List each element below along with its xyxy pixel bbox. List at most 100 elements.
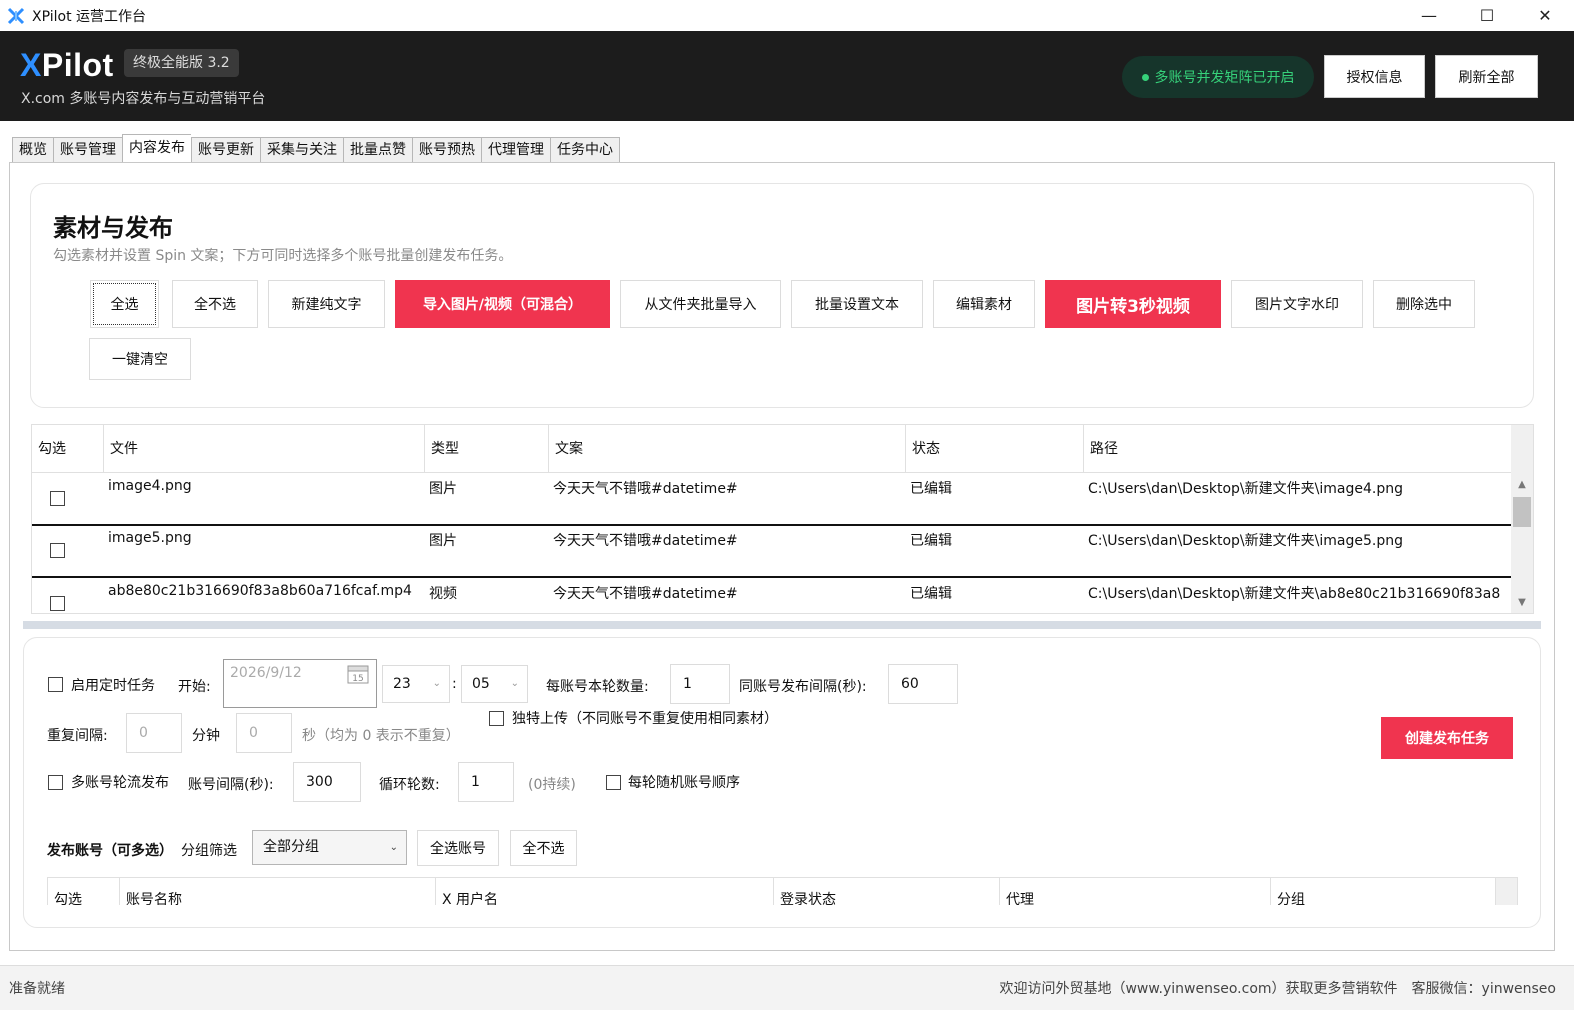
- tab-task-center[interactable]: 任务中心: [550, 137, 620, 163]
- col-account-name[interactable]: 账号名称: [120, 878, 436, 905]
- repeat-minute-input[interactable]: 0: [126, 713, 182, 753]
- repeat-label: 重复间隔:: [47, 728, 108, 744]
- start-label: 开始:: [178, 679, 211, 695]
- random-order-checkbox[interactable]: [606, 775, 621, 790]
- loop-input[interactable]: 1: [458, 762, 514, 802]
- status-text: 准备就绪: [9, 981, 65, 997]
- scroll-down-icon[interactable]: ▼: [1511, 595, 1533, 611]
- chevron-down-icon: ⌄: [510, 678, 519, 689]
- loop-label: 循环轮数:: [379, 777, 440, 793]
- row-checkbox[interactable]: [50, 491, 65, 506]
- account-interval-label: 账号间隔(秒):: [188, 777, 274, 793]
- table-row[interactable]: image5.png 图片 今天天气不错哦#datetime# 已编辑 C:\U…: [32, 526, 1512, 578]
- group-filter-select[interactable]: 全部分组 ⌄: [252, 830, 407, 865]
- version-badge: 终极全能版 3.2: [124, 49, 239, 77]
- loop-note: (0持续): [528, 777, 576, 793]
- material-table: 勾选 文件 类型 文案 状态 路径 image4.png 图片 今天天气不错哦#…: [31, 424, 1534, 614]
- account-table-scrollbar[interactable]: [1496, 878, 1517, 905]
- col-proxy[interactable]: 代理: [1000, 878, 1271, 905]
- minute-unit: 分钟: [192, 728, 220, 744]
- select-none-button[interactable]: 全不选: [172, 280, 258, 328]
- material-table-scrollbar[interactable]: ▲ ▼: [1511, 425, 1533, 613]
- create-task-button[interactable]: 创建发布任务: [1381, 717, 1513, 759]
- new-text-button[interactable]: 新建纯文字: [268, 280, 385, 328]
- rotate-label: 多账号轮流发布: [71, 775, 169, 791]
- license-button[interactable]: 授权信息: [1324, 55, 1425, 98]
- app-icon: [6, 6, 26, 26]
- tab-proxy[interactable]: 代理管理: [481, 137, 550, 163]
- col-file[interactable]: 文件: [104, 425, 425, 473]
- title-bar: XPilot 运营工作台 — ☐ ✕: [0, 0, 1574, 31]
- scroll-up-icon[interactable]: ▲: [1511, 477, 1533, 493]
- batch-set-text-button[interactable]: 批量设置文本: [791, 280, 923, 328]
- table-row[interactable]: ab8e80c21b316690f83a8b60a716fcaf.mp4 视频 …: [32, 579, 1512, 613]
- col-login-status[interactable]: 登录状态: [774, 878, 1000, 905]
- refresh-all-button[interactable]: 刷新全部: [1435, 55, 1538, 98]
- status-bar: 准备就绪 欢迎访问外贸基地（www.yinwenseo.com）获取更多营销软件…: [0, 965, 1574, 1010]
- close-button[interactable]: ✕: [1516, 0, 1574, 31]
- unique-upload-label: 独特上传（不同账号不重复使用相同素材）: [512, 711, 778, 727]
- row-checkbox[interactable]: [50, 543, 65, 558]
- edit-material-button[interactable]: 编辑素材: [933, 280, 1035, 328]
- per-round-input[interactable]: 1: [670, 664, 730, 704]
- tab-content-publish[interactable]: 内容发布: [122, 134, 191, 162]
- second-note: 秒（均为 0 表示不重复）: [302, 728, 460, 744]
- watermark-button[interactable]: 图片文字水印: [1231, 280, 1363, 328]
- col-group[interactable]: 分组: [1271, 878, 1496, 905]
- main-tabs: 概览 账号管理 内容发布 账号更新 采集与关注 批量点赞 账号预热 代理管理 任…: [12, 134, 620, 163]
- status-dot-icon: [1141, 73, 1149, 81]
- row-checkbox[interactable]: [50, 596, 65, 611]
- col-path[interactable]: 路径: [1084, 425, 1512, 473]
- splitter[interactable]: [23, 621, 1541, 629]
- col-text[interactable]: 文案: [549, 425, 906, 473]
- delete-selected-button[interactable]: 删除选中: [1373, 280, 1475, 328]
- col-type[interactable]: 类型: [425, 425, 549, 473]
- import-media-button[interactable]: 导入图片/视频（可混合）: [395, 280, 610, 328]
- same-interval-label: 同账号发布间隔(秒):: [739, 679, 867, 695]
- schedule-label: 启用定时任务: [71, 678, 155, 694]
- tab-account-update[interactable]: 账号更新: [191, 137, 260, 163]
- random-order-label: 每轮随机账号顺序: [628, 775, 740, 791]
- table-row[interactable]: image4.png 图片 今天天气不错哦#datetime# 已编辑 C:\U…: [32, 474, 1512, 526]
- minimize-button[interactable]: —: [1400, 0, 1458, 31]
- select-all-button[interactable]: 全选: [90, 280, 159, 328]
- account-interval-input[interactable]: 300: [293, 762, 361, 802]
- clear-all-button[interactable]: 一键清空: [89, 338, 191, 380]
- scroll-thumb[interactable]: [1513, 497, 1531, 527]
- tab-batch-like[interactable]: 批量点赞: [343, 137, 412, 163]
- col-status[interactable]: 状态: [906, 425, 1084, 473]
- app-header: XPilot 终极全能版 3.2 X.com 多账号内容发布与互动营销平台 多账…: [0, 31, 1574, 121]
- same-interval-input[interactable]: 60: [888, 664, 958, 704]
- image-to-video-button[interactable]: 图片转3秒视频: [1045, 280, 1221, 328]
- import-folder-button[interactable]: 从文件夹批量导入: [620, 280, 781, 328]
- tab-warmup[interactable]: 账号预热: [412, 137, 481, 163]
- start-date-picker[interactable]: 2026/9/12 15: [223, 659, 377, 708]
- calendar-icon[interactable]: 15: [347, 664, 369, 684]
- schedule-checkbox[interactable]: [48, 677, 63, 692]
- maximize-button[interactable]: ☐: [1458, 0, 1516, 31]
- tab-overview[interactable]: 概览: [12, 137, 53, 163]
- select-all-accounts-button[interactable]: 全选账号: [417, 830, 499, 866]
- material-table-header: 勾选 文件 类型 文案 状态 路径: [32, 425, 1512, 473]
- account-table: 勾选 账号名称 X 用户名 登录状态 代理 分组: [47, 877, 1518, 905]
- select-none-accounts-button[interactable]: 全不选: [510, 830, 577, 866]
- group-filter-label: 分组筛选: [181, 843, 237, 859]
- accounts-label: 发布账号（可多选）: [47, 843, 173, 859]
- app-subtitle: X.com 多账号内容发布与互动营销平台: [21, 91, 266, 107]
- material-description: 勾选素材并设置 Spin 文案；下方可同时选择多个账号批量创建发布任务。: [53, 248, 513, 264]
- status-pill: 多账号并发矩阵已开启: [1122, 56, 1314, 98]
- rotate-checkbox[interactable]: [48, 775, 63, 790]
- col-check[interactable]: 勾选: [32, 425, 104, 473]
- col-check[interactable]: 勾选: [48, 878, 120, 905]
- repeat-second-input[interactable]: 0: [236, 713, 292, 753]
- minute-select[interactable]: 05 ⌄: [461, 665, 528, 703]
- material-title: 素材与发布: [53, 214, 173, 242]
- unique-upload-checkbox[interactable]: [489, 711, 504, 726]
- col-x-username[interactable]: X 用户名: [436, 878, 774, 905]
- tab-accounts[interactable]: 账号管理: [53, 137, 122, 163]
- brand-logo: XPilot: [20, 47, 114, 83]
- tab-collect-follow[interactable]: 采集与关注: [260, 137, 343, 163]
- hour-select[interactable]: 23 ⌄: [382, 665, 450, 703]
- chevron-down-icon: ⌄: [432, 678, 441, 689]
- svg-text:15: 15: [352, 674, 363, 684]
